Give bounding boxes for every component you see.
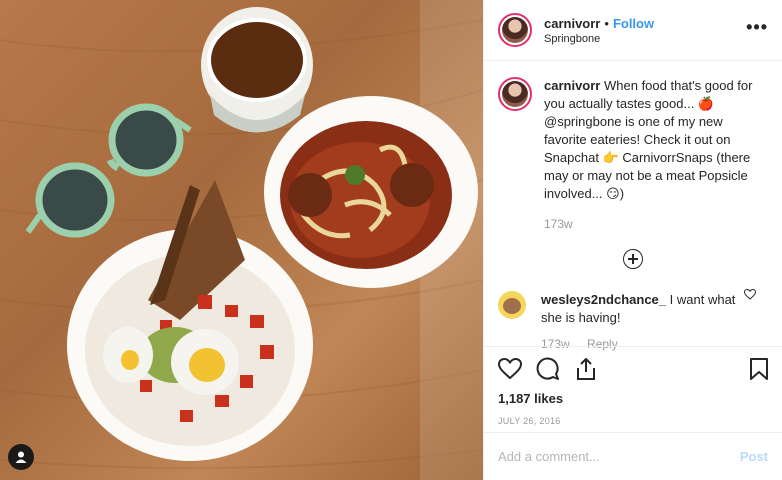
user-tag-button[interactable] [8, 444, 34, 470]
comments-list: carnivorr When food that's good for you … [484, 61, 782, 353]
caption-avatar[interactable] [498, 77, 532, 111]
likes-count[interactable]: 1,187 likes [498, 391, 768, 406]
follow-button[interactable]: Follow [613, 16, 654, 31]
more-icon[interactable]: ••• [746, 18, 768, 36]
add-comment-bar: Post [484, 432, 782, 480]
author-username[interactable]: carnivorr [544, 16, 600, 31]
post-sidebar: carnivorr • Follow Springbone ••• carnivor… [483, 0, 782, 480]
author-avatar[interactable] [498, 13, 532, 47]
comment-item: wesleys2ndchance_ I want what she is hav… [498, 291, 768, 353]
comment-icon[interactable] [536, 357, 560, 381]
comment-like-icon[interactable] [744, 289, 756, 300]
post-location[interactable]: Springbone [544, 33, 654, 45]
food-photo-illustration [0, 0, 483, 480]
caption-username[interactable]: carnivorr [544, 78, 600, 93]
share-icon[interactable] [574, 357, 598, 381]
bookmark-icon[interactable] [750, 358, 768, 380]
post-comment-button[interactable]: Post [740, 449, 768, 464]
post-actions: 1,187 likes JULY 26, 2016 [484, 346, 782, 426]
post-photo[interactable] [0, 0, 483, 480]
caption-time[interactable]: 173w [544, 217, 573, 231]
user-tag-icon [15, 451, 27, 463]
commenter-avatar[interactable] [498, 291, 526, 319]
add-comment-input[interactable] [498, 449, 740, 464]
caption-text: When food that's good for you actually t… [544, 78, 753, 201]
post-date[interactable]: JULY 26, 2016 [498, 416, 768, 426]
post-header: carnivorr • Follow Springbone ••• [484, 0, 782, 61]
comment-username[interactable]: wesleys2ndchance_ [541, 292, 666, 307]
load-more-icon[interactable] [623, 249, 643, 269]
caption: carnivorr When food that's good for you … [498, 77, 768, 233]
separator-dot: • [604, 15, 609, 31]
like-icon[interactable] [498, 358, 522, 380]
